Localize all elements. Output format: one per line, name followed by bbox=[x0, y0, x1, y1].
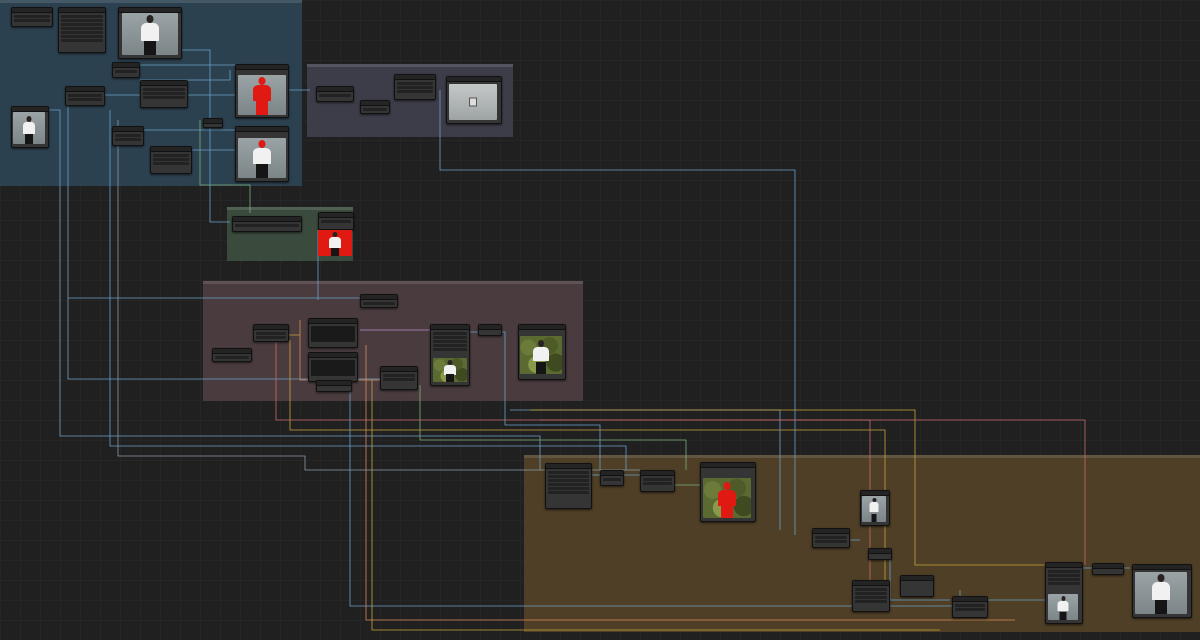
node-title bbox=[236, 127, 288, 132]
preview-final-small bbox=[1048, 594, 1078, 620]
node-title bbox=[479, 325, 501, 330]
preview-red-on-foliage bbox=[703, 478, 751, 518]
preview-final-output bbox=[1135, 572, 1187, 614]
paste-settings-node[interactable] bbox=[852, 580, 890, 612]
combine-node[interactable] bbox=[360, 100, 390, 114]
node-title bbox=[204, 119, 222, 124]
node-title bbox=[869, 549, 891, 554]
mask-settings-node[interactable] bbox=[232, 216, 302, 232]
paste-node[interactable] bbox=[900, 575, 934, 597]
preview-person-foliage-small bbox=[433, 358, 467, 382]
segment-node[interactable] bbox=[112, 126, 144, 146]
node-title bbox=[1093, 564, 1123, 569]
output-link-node[interactable] bbox=[1092, 563, 1124, 575]
node-graph-canvas[interactable] bbox=[0, 0, 1200, 640]
blend-node[interactable] bbox=[600, 470, 624, 486]
mask-combine-node[interactable] bbox=[318, 212, 354, 230]
crop-node[interactable] bbox=[65, 86, 105, 106]
document-icon bbox=[469, 97, 477, 107]
prompt-negative-node[interactable] bbox=[308, 352, 358, 382]
node-title bbox=[901, 576, 933, 581]
load-image-node[interactable] bbox=[11, 7, 53, 27]
mask-blur-node[interactable] bbox=[640, 470, 675, 492]
mask-node[interactable] bbox=[140, 80, 188, 108]
node-title bbox=[1133, 565, 1191, 570]
cut-node[interactable] bbox=[812, 528, 850, 548]
node-title bbox=[701, 463, 755, 468]
process-node[interactable] bbox=[394, 74, 436, 100]
prompt-positive-node[interactable] bbox=[308, 318, 358, 348]
preview-red-head bbox=[238, 138, 286, 178]
node-title bbox=[519, 325, 565, 330]
vae-decode-node[interactable] bbox=[478, 324, 502, 336]
preview-person-foliage bbox=[520, 336, 562, 374]
small-node[interactable] bbox=[203, 118, 223, 128]
loader-node[interactable] bbox=[253, 324, 289, 342]
size-node[interactable] bbox=[868, 548, 892, 560]
node-title bbox=[447, 77, 501, 82]
resize-node[interactable] bbox=[112, 62, 140, 78]
detect-node[interactable] bbox=[150, 146, 192, 174]
preview-person-tiny bbox=[862, 496, 886, 522]
settings-node[interactable] bbox=[58, 7, 106, 53]
merge-node[interactable] bbox=[952, 596, 988, 618]
text-node[interactable] bbox=[316, 86, 354, 102]
seed-node[interactable] bbox=[212, 348, 252, 362]
preview-person-on-red bbox=[318, 230, 352, 256]
node-title bbox=[317, 381, 351, 386]
upscale-node[interactable] bbox=[360, 294, 398, 308]
preview-person-small bbox=[13, 112, 45, 144]
preview-person-grey bbox=[122, 13, 178, 55]
node-title bbox=[236, 65, 288, 70]
empty-latent-node[interactable] bbox=[316, 380, 352, 392]
composite-settings-node[interactable] bbox=[545, 463, 592, 509]
preview-document bbox=[449, 84, 497, 120]
controlnet-node[interactable] bbox=[380, 366, 418, 390]
preview-red-mask bbox=[238, 75, 286, 115]
